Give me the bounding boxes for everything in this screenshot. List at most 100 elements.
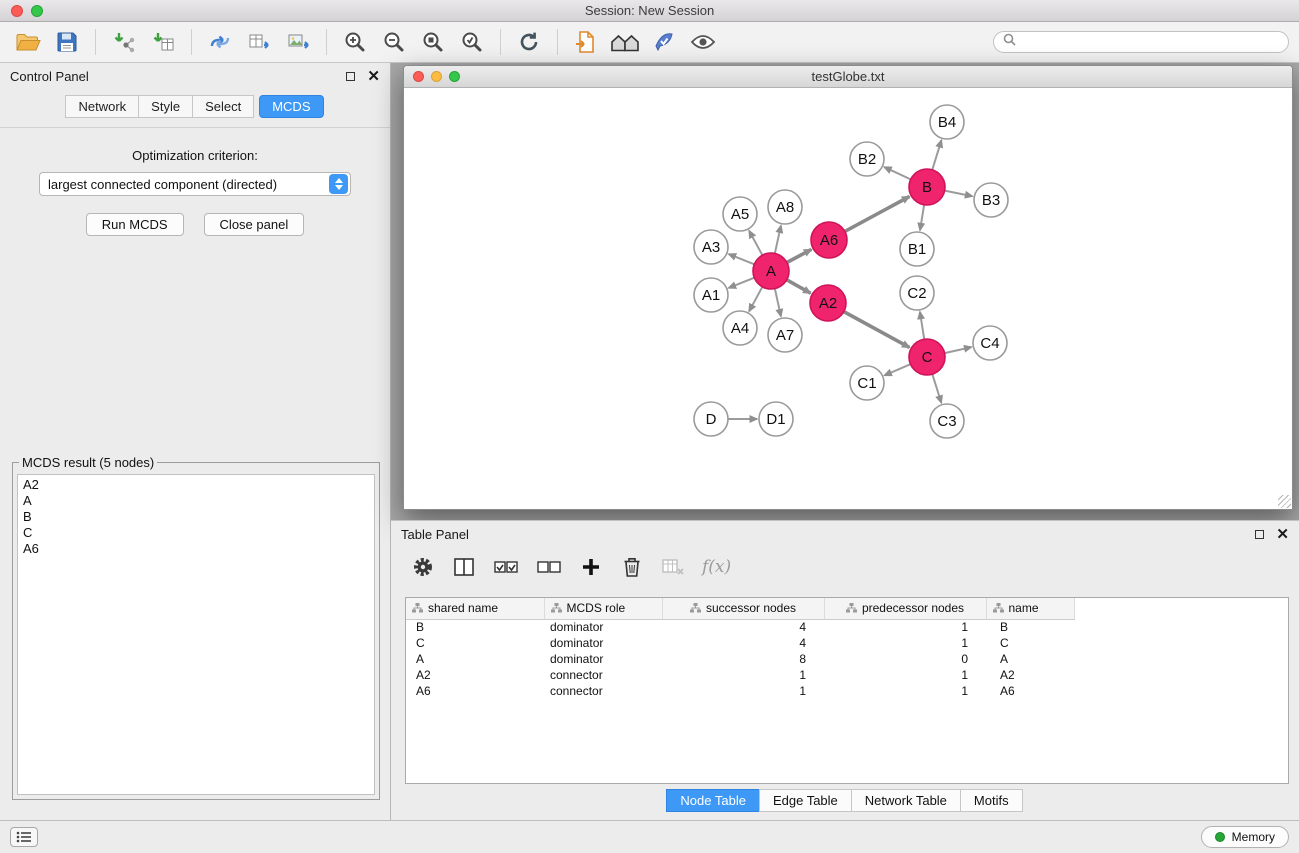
table-cell[interactable]: 1 <box>662 683 824 699</box>
tab-style[interactable]: Style <box>138 95 193 118</box>
tab-network[interactable]: Network <box>65 95 139 118</box>
table-cell[interactable]: A6 <box>986 683 1074 699</box>
graph-node-A2[interactable]: A2 <box>810 285 846 321</box>
graph-node-B4[interactable]: B4 <box>930 105 964 139</box>
result-item[interactable]: A6 <box>23 541 369 557</box>
close-panel-button[interactable]: Close panel <box>204 213 305 236</box>
table-cell[interactable]: 4 <box>662 619 824 635</box>
table-cell[interactable]: 1 <box>824 683 986 699</box>
gear-icon[interactable] <box>411 554 435 580</box>
table-cell[interactable]: C <box>406 635 544 651</box>
graph-edge-A-A4[interactable] <box>749 287 762 311</box>
delete-table-icon[interactable] <box>661 554 685 580</box>
graph-edge-B-B4[interactable] <box>932 140 941 170</box>
table-cell[interactable]: 1 <box>662 667 824 683</box>
table-cell[interactable]: B <box>406 619 544 635</box>
show-hide-eye-icon[interactable] <box>685 27 721 57</box>
graph-edge-A-A2[interactable] <box>787 280 811 293</box>
graph-edge-C-C3[interactable] <box>932 374 941 403</box>
table-cell[interactable]: 1 <box>824 635 986 651</box>
tab-network-table[interactable]: Network Table <box>851 789 961 812</box>
column-header-shared-name[interactable]: shared name <box>406 598 544 619</box>
zoom-window-button[interactable] <box>31 5 43 17</box>
node-table[interactable]: shared nameMCDS rolesuccessor nodesprede… <box>405 597 1289 784</box>
table-cell[interactable]: A <box>406 651 544 667</box>
result-item[interactable]: A2 <box>23 477 369 493</box>
table-cell[interactable]: 4 <box>662 635 824 651</box>
export-table-icon[interactable] <box>241 27 277 57</box>
run-mcds-button[interactable]: Run MCDS <box>86 213 184 236</box>
graph-edge-A-A7[interactable] <box>775 289 781 317</box>
refresh-layout-icon[interactable] <box>511 27 547 57</box>
graph-node-D[interactable]: D <box>694 402 728 436</box>
graph-node-B[interactable]: B <box>909 169 945 205</box>
table-cell[interactable]: 1 <box>824 619 986 635</box>
graph-edge-B-B2[interactable] <box>884 167 910 179</box>
graph-node-A8[interactable]: A8 <box>768 190 802 224</box>
table-cell[interactable]: dominator <box>544 635 662 651</box>
table-row[interactable]: Bdominator41B <box>406 619 1074 635</box>
graph-node-A7[interactable]: A7 <box>768 318 802 352</box>
graph-edge-B-B3[interactable] <box>945 191 973 197</box>
table-cell[interactable]: 1 <box>824 667 986 683</box>
close-panel-icon[interactable]: ✕ <box>367 69 380 84</box>
table-row[interactable]: Cdominator41C <box>406 635 1074 651</box>
close-table-panel-icon[interactable]: ✕ <box>1276 527 1289 542</box>
mcds-result-list[interactable]: A2ABCA6 <box>17 474 375 795</box>
open-folder-icon[interactable] <box>10 27 46 57</box>
column-header-MCDS-role[interactable]: MCDS role <box>544 598 662 619</box>
delete-row-icon[interactable] <box>620 554 644 580</box>
network-graph[interactable]: AA1A2A3A4A5A6A7A8BB1B2B3B4CC1C2C3C4DD1 <box>404 88 1292 509</box>
graph-edge-A-A6[interactable] <box>787 249 811 262</box>
float-table-panel-icon[interactable] <box>1255 530 1264 539</box>
graph-node-B3[interactable]: B3 <box>974 183 1008 217</box>
table-row[interactable]: Adominator80A <box>406 651 1074 667</box>
table-cell[interactable]: A2 <box>406 667 544 683</box>
search-input[interactable] <box>1022 34 1279 51</box>
add-row-icon[interactable] <box>579 554 603 580</box>
task-history-button[interactable] <box>10 827 38 847</box>
columns-icon[interactable] <box>452 554 476 580</box>
network-window-titlebar[interactable]: testGlobe.txt <box>404 66 1292 88</box>
network-canvas[interactable]: AA1A2A3A4A5A6A7A8BB1B2B3B4CC1C2C3C4DD1 <box>404 88 1292 509</box>
result-item[interactable]: C <box>23 525 369 541</box>
table-cell[interactable]: A <box>986 651 1074 667</box>
graph-node-A4[interactable]: A4 <box>723 311 757 345</box>
graph-edge-C-C1[interactable] <box>884 364 910 375</box>
zoom-network-window-button[interactable] <box>449 71 460 82</box>
graph-node-B2[interactable]: B2 <box>850 142 884 176</box>
table-cell[interactable]: 0 <box>824 651 986 667</box>
result-item[interactable]: B <box>23 509 369 525</box>
table-cell[interactable]: connector <box>544 683 662 699</box>
close-window-button[interactable] <box>11 5 23 17</box>
graph-node-C[interactable]: C <box>909 339 945 375</box>
column-header-predecessor-nodes[interactable]: predecessor nodes <box>824 598 986 619</box>
zoom-fit-icon[interactable] <box>415 27 451 57</box>
graph-node-B1[interactable]: B1 <box>900 232 934 266</box>
save-icon[interactable] <box>49 27 85 57</box>
export-network-icon[interactable] <box>202 27 238 57</box>
graph-node-D1[interactable]: D1 <box>759 402 793 436</box>
table-cell[interactable]: C <box>986 635 1074 651</box>
table-cell[interactable]: B <box>986 619 1074 635</box>
graph-node-C4[interactable]: C4 <box>973 326 1007 360</box>
export-document-icon[interactable] <box>568 27 604 57</box>
table-cell[interactable]: A6 <box>406 683 544 699</box>
graph-node-A1[interactable]: A1 <box>694 278 728 312</box>
analyzer-icon[interactable] <box>646 27 682 57</box>
function-builder-icon[interactable]: f(x) <box>702 554 731 580</box>
export-image-icon[interactable] <box>280 27 316 57</box>
column-header-successor-nodes[interactable]: successor nodes <box>662 598 824 619</box>
graph-node-C1[interactable]: C1 <box>850 366 884 400</box>
home-icon[interactable] <box>607 27 643 57</box>
search-box[interactable] <box>993 31 1289 53</box>
tab-motifs[interactable]: Motifs <box>960 789 1023 812</box>
minimize-network-window-button[interactable] <box>431 71 442 82</box>
table-cell[interactable]: dominator <box>544 619 662 635</box>
graph-edge-A-A3[interactable] <box>729 254 755 264</box>
result-item[interactable]: A <box>23 493 369 509</box>
graph-node-A3[interactable]: A3 <box>694 230 728 264</box>
optimization-criterion-select[interactable]: largest connected component (directed) <box>39 172 351 196</box>
memory-button[interactable]: Memory <box>1201 826 1289 848</box>
window-resize-grip[interactable] <box>1278 495 1291 508</box>
